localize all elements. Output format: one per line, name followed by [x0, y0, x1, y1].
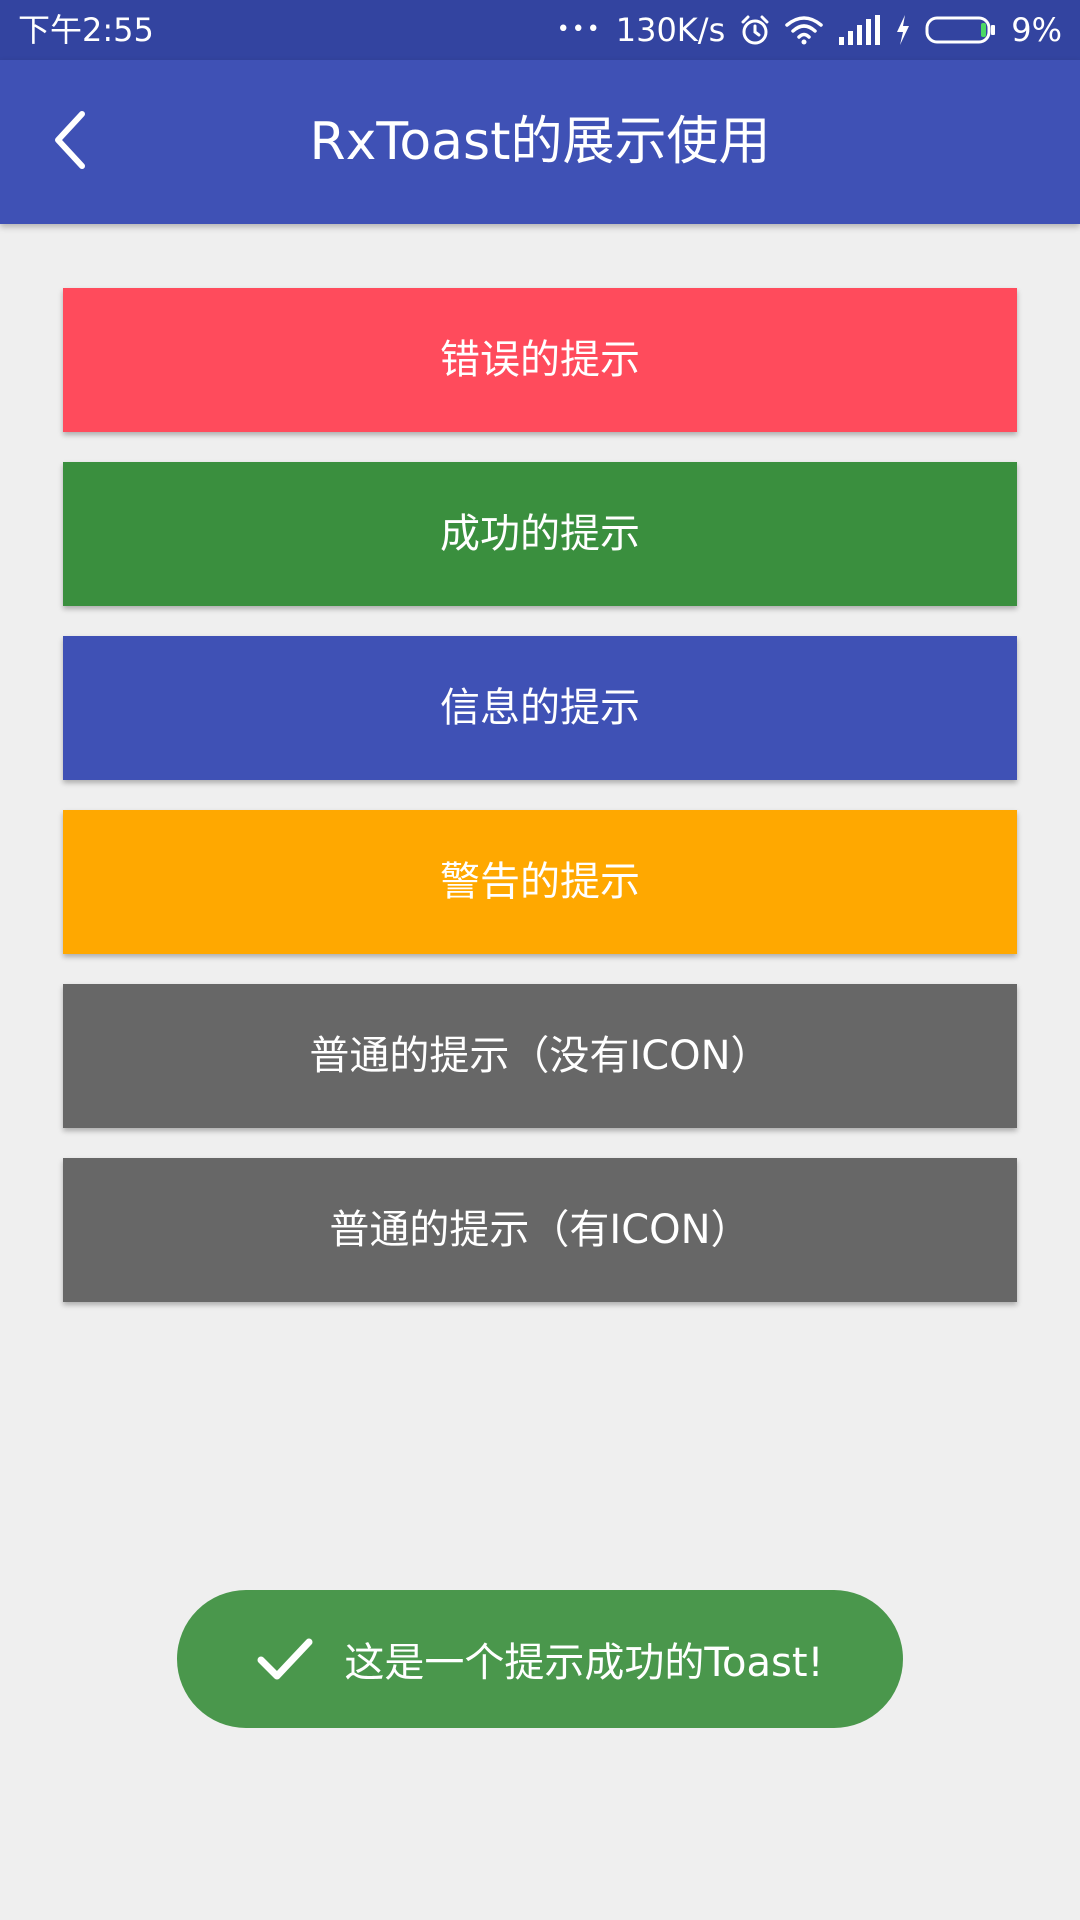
normal-toast-with-icon-button[interactable]: 普通的提示（有ICON） [63, 1158, 1017, 1302]
wifi-icon [785, 15, 823, 45]
chevron-left-icon [48, 108, 92, 176]
info-toast-button[interactable]: 信息的提示 [63, 636, 1017, 780]
signal-icon [837, 15, 881, 45]
warning-toast-button[interactable]: 警告的提示 [63, 810, 1017, 954]
status-icons: ••• 130K/s 9% [557, 10, 1062, 50]
app-bar: RxToast的展示使用 [0, 60, 1080, 224]
status-bar: 下午2:55 ••• 130K/s 9% [0, 0, 1080, 60]
success-toast: 这是一个提示成功的Toast! [177, 1590, 903, 1728]
more-dots: ••• [556, 17, 602, 42]
toast-message: 这是一个提示成功的Toast! [344, 1640, 824, 1686]
success-toast-button[interactable]: 成功的提示 [63, 462, 1017, 606]
alarm-icon [739, 14, 771, 46]
battery-icon [925, 15, 997, 45]
charging-icon [895, 15, 911, 45]
battery-percent: 9% [1011, 11, 1062, 49]
error-toast-button[interactable]: 错误的提示 [63, 288, 1017, 432]
checkmark-icon [256, 1636, 314, 1682]
status-time: 下午2:55 [18, 11, 154, 49]
back-button[interactable] [30, 102, 110, 182]
normal-toast-no-icon-button[interactable]: 普通的提示（没有ICON） [63, 984, 1017, 1128]
page-title: RxToast的展示使用 [309, 112, 771, 172]
net-speed: 130K/s [615, 11, 726, 49]
